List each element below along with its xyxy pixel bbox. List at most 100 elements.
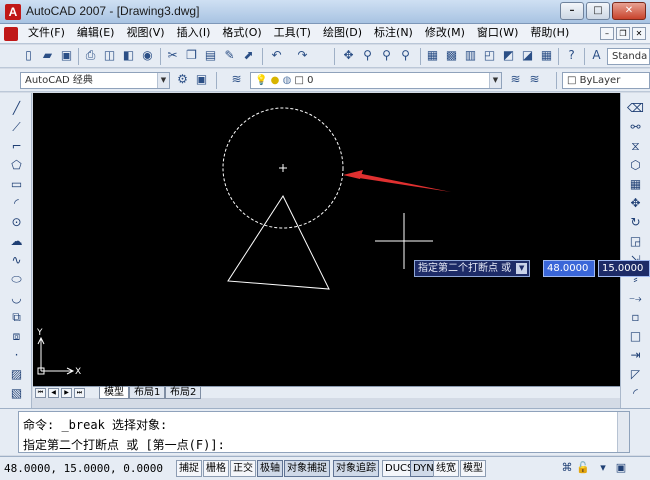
join-icon[interactable]: ⇥: [627, 348, 644, 365]
triangle[interactable]: [227, 194, 330, 290]
print-icon[interactable]: ⎙: [82, 48, 99, 65]
ortho-toggle[interactable]: 正交: [230, 460, 256, 477]
grid-toggle[interactable]: 栅格: [203, 460, 229, 477]
properties-icon[interactable]: ▦: [424, 48, 441, 65]
erase-icon[interactable]: ⌫: [627, 101, 644, 118]
polyline-icon[interactable]: ⌐: [8, 139, 25, 156]
menu-item[interactable]: 绘图(D): [317, 24, 368, 44]
osnap-toggle[interactable]: 对象捕捉: [284, 460, 330, 477]
color-select[interactable]: □ ByLayer: [562, 72, 650, 89]
spline-icon[interactable]: ∿: [8, 253, 25, 270]
scale-icon[interactable]: ◲: [627, 234, 644, 251]
command-scrollbar[interactable]: [617, 412, 629, 452]
menu-item[interactable]: 修改(M): [419, 24, 471, 44]
document-menu-icon[interactable]: [4, 27, 18, 41]
point-icon[interactable]: ·: [8, 348, 25, 365]
ellipse-arc-icon[interactable]: ◡: [8, 291, 25, 308]
tab-model[interactable]: 模型: [99, 387, 129, 399]
make-block-icon[interactable]: ⧈: [8, 329, 25, 346]
markup-icon[interactable]: ◩: [500, 48, 517, 65]
doc-restore-button[interactable]: ❐: [616, 27, 630, 40]
arc-icon[interactable]: ◜: [8, 196, 25, 213]
offset-icon[interactable]: ⬡: [627, 158, 644, 175]
polar-toggle[interactable]: 极轴: [257, 460, 283, 477]
menu-item[interactable]: 编辑(E): [71, 24, 121, 44]
doc-minimize-button[interactable]: –: [600, 27, 614, 40]
command-window[interactable]: 命令: _break 选择对象: 指定第二个打断点 或 [第一点(F)]:: [18, 411, 630, 453]
sheet-set-icon[interactable]: ◰: [481, 48, 498, 65]
zoom-window-icon[interactable]: ⚲: [378, 48, 395, 65]
menu-item[interactable]: 标注(N): [368, 24, 419, 44]
last-tab-icon[interactable]: ⏭: [74, 388, 85, 398]
layer-manager-icon[interactable]: ≋: [228, 72, 245, 89]
clean-screen-icon[interactable]: ▣: [614, 461, 628, 475]
close-button[interactable]: ✕: [612, 2, 646, 20]
dynamic-input-y[interactable]: 15.0000: [598, 260, 650, 277]
save-icon[interactable]: ▣: [58, 48, 75, 65]
chevron-down-icon[interactable]: ▾: [596, 461, 610, 475]
coordinate-readout[interactable]: 48.0000, 15.0000, 0.0000: [4, 461, 174, 477]
design-center-icon[interactable]: ▩: [443, 48, 460, 65]
workspace-settings-icon[interactable]: ⚙: [174, 72, 191, 89]
hatch-icon[interactable]: ▨: [8, 367, 25, 384]
otrack-toggle[interactable]: 对象追踪: [333, 460, 379, 477]
publish-icon[interactable]: ◧: [120, 48, 137, 65]
break-at-point-icon[interactable]: ▫: [627, 310, 644, 327]
fillet-icon[interactable]: ◜: [627, 386, 644, 403]
drawing-canvas[interactable]: Y X 指定第二个打断点 或 ▼ 48.0000: [33, 93, 620, 386]
menu-item[interactable]: 视图(V): [120, 24, 170, 44]
markup-set-icon[interactable]: ◪: [519, 48, 536, 65]
menu-item[interactable]: 插入(I): [171, 24, 217, 44]
layer-previous-icon[interactable]: ≋: [526, 72, 543, 89]
cut-icon[interactable]: ✂: [164, 48, 181, 65]
undo-icon[interactable]: ↶: [268, 48, 285, 65]
prev-tab-icon[interactable]: ◀: [48, 388, 59, 398]
rotate-icon[interactable]: ↻: [627, 215, 644, 232]
array-icon[interactable]: ▦: [627, 177, 644, 194]
new-file-icon[interactable]: ▯: [20, 48, 37, 65]
polygon-icon[interactable]: ⬠: [8, 158, 25, 175]
tool-palettes-icon[interactable]: ▥: [462, 48, 479, 65]
zoom-previous-icon[interactable]: ⚲: [397, 48, 414, 65]
tab-layout2[interactable]: 布局2: [165, 387, 202, 399]
command-prompt-line[interactable]: 指定第二个打断点 或 [第一点(F)]:: [23, 436, 225, 453]
make-layer-current-icon[interactable]: ≋: [507, 72, 524, 89]
revision-cloud-icon[interactable]: ☁: [8, 234, 25, 251]
menu-item[interactable]: 帮助(H): [524, 24, 575, 44]
copy-object-icon[interactable]: ⚯: [627, 120, 644, 137]
rectangle-icon[interactable]: ▭: [8, 177, 25, 194]
paste-icon[interactable]: ▤: [202, 48, 219, 65]
copy-icon[interactable]: ❐: [183, 48, 200, 65]
comm-center-icon[interactable]: ⌘: [560, 461, 574, 475]
etransmit-icon[interactable]: ◉: [139, 48, 156, 65]
redo-icon[interactable]: ↷: [294, 48, 311, 65]
menu-item[interactable]: 格式(O): [216, 24, 267, 44]
next-tab-icon[interactable]: ▶: [61, 388, 72, 398]
snap-toggle[interactable]: 捕捉: [176, 460, 202, 477]
menu-item[interactable]: 窗口(W): [471, 24, 524, 44]
extend-icon[interactable]: ⤍: [627, 291, 644, 308]
chamfer-icon[interactable]: ◸: [627, 367, 644, 384]
move-icon[interactable]: ✥: [627, 196, 644, 213]
layer-select[interactable]: 💡 ● ◍ □ 0 ▼: [250, 72, 502, 89]
first-tab-icon[interactable]: ⏮: [35, 388, 46, 398]
open-folder-icon[interactable]: ▰: [39, 48, 56, 65]
match-properties-icon[interactable]: ✎: [221, 48, 238, 65]
break-icon[interactable]: □: [627, 329, 644, 346]
lineweight-toggle[interactable]: 线宽: [433, 460, 459, 477]
text-style-select[interactable]: Standa: [607, 48, 650, 65]
dynamic-input-x[interactable]: 48.0000: [543, 260, 595, 277]
construction-line-icon[interactable]: ⟋: [8, 120, 25, 137]
zoom-realtime-icon[interactable]: ⚲: [359, 48, 376, 65]
arrow-down-icon[interactable]: ▼: [516, 263, 528, 274]
workspace-select[interactable]: AutoCAD 经典 ▼: [20, 72, 170, 89]
line-icon[interactable]: ╱: [8, 101, 25, 118]
text-style-icon[interactable]: A: [588, 48, 605, 65]
model-space-toggle[interactable]: 模型: [460, 460, 486, 477]
insert-block-icon[interactable]: ⧉: [8, 310, 25, 327]
calculator-icon[interactable]: ▦: [538, 48, 555, 65]
maximize-button[interactable]: □: [586, 2, 610, 20]
save-workspace-icon[interactable]: ▣: [193, 72, 210, 89]
print-preview-icon[interactable]: ◫: [101, 48, 118, 65]
toolbar-lock-icon[interactable]: 🔓: [576, 461, 590, 475]
